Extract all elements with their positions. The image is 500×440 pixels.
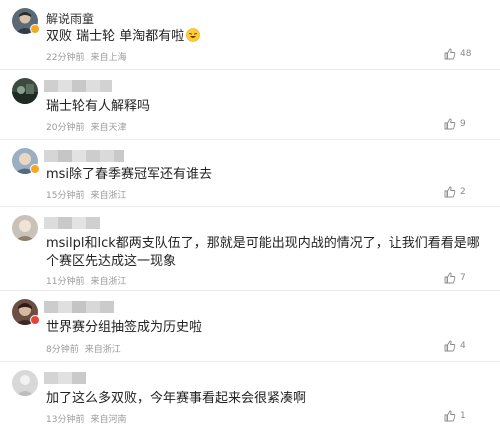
comment-time: 15分钟前 [46,191,85,201]
like-button[interactable]: 2 [444,184,494,200]
comment-meta: 22分钟前 来自上海 [46,50,126,63]
comment-text: msi除了春季赛冠军还有谁去 [46,167,213,182]
username[interactable]: 解说雨童 [46,10,94,27]
like-button[interactable]: 4 [444,338,494,354]
like-button[interactable]: 7 [444,270,494,286]
comment-location: 来自河南 [90,415,127,425]
comment-time: 8分钟前 [46,345,79,355]
like-button[interactable]: 9 [444,116,494,132]
thumbs-up-icon [444,118,456,130]
comment-item: 解说雨童 双败 瑞士轮 单淘都有啦 22分钟前 来自上海 48 [0,0,500,70]
avatar[interactable] [12,215,38,241]
comment-location: 来自浙江 [84,345,121,355]
thumbs-up-icon [444,186,456,198]
like-count: 7 [460,273,466,283]
comment-text: 加了这么多双败，今年赛事看起来会很紧凑啊 [46,391,307,406]
thumbs-up-icon [444,410,456,422]
comment-location: 来自上海 [90,53,127,63]
like-count: 48 [460,49,472,59]
comment-time: 11分钟前 [46,277,85,287]
comment-text: msilpl和lck都两支队伍了，那就是可能出现内战的情况了，让我们看看是哪 个… [46,235,480,271]
thumbs-up-icon [444,48,456,60]
comment-item: msi除了春季赛冠军还有谁去 15分钟前 来自浙江 2 [0,140,500,207]
verified-badge-icon [30,315,40,325]
comment-meta: 15分钟前 来自浙江 [46,188,126,201]
like-count: 9 [460,119,466,129]
comment-meta: 11分钟前 来自浙江 [46,274,126,287]
like-count: 1 [460,411,466,421]
like-button[interactable]: 48 [444,46,494,62]
username-mosaic [44,80,112,92]
comment-location: 来自天津 [90,123,127,133]
comment-item: 瑞士轮有人解释吗 20分钟前 来自天津 9 [0,70,500,140]
thumbs-up-icon [444,272,456,284]
comment-location: 来自浙江 [90,191,127,201]
thumbs-up-icon [444,340,456,352]
comment-time: 13分钟前 [46,415,85,425]
verified-badge-icon [30,164,40,174]
username-mosaic [44,217,100,229]
username-mosaic [44,372,86,384]
comment-meta: 8分钟前 来自浙江 [46,342,121,355]
avatar[interactable] [12,78,38,104]
like-button[interactable]: 1 [444,408,494,424]
comment-text-content: 双败 瑞士轮 单淘都有啦 [46,29,185,44]
comment-item: 加了这么多双败，今年赛事看起来会很紧凑啊 13分钟前 来自河南 1 [0,362,500,440]
like-count: 2 [460,187,466,197]
avatar[interactable] [12,370,38,396]
like-count: 4 [460,341,466,351]
comment-item: msilpl和lck都两支队伍了，那就是可能出现内战的情况了，让我们看看是哪 个… [0,207,500,291]
comment-text: 瑞士轮有人解释吗 [46,99,151,114]
comment-meta: 13分钟前 来自河南 [46,412,126,425]
comment-time: 20分钟前 [46,123,85,133]
comment-time: 22分钟前 [46,53,85,63]
verified-badge-icon [30,24,40,34]
laughing-face-emoji [186,28,201,42]
username-mosaic [44,301,114,313]
comment-text: 世界赛分组抽签成为历史啦 [46,320,203,335]
comment-location: 来自浙江 [90,277,127,287]
comment-text: 双败 瑞士轮 单淘都有啦 [46,28,201,46]
comment-text-line: msilpl和lck都两支队伍了，那就是可能出现内战的情况了，让我们看看是哪 [46,236,480,251]
comment-meta: 20分钟前 来自天津 [46,120,126,133]
username-mosaic [44,150,124,162]
comment-text-line: 个赛区先达成这一现象 [46,254,177,269]
comment-item: 世界赛分组抽签成为历史啦 8分钟前 来自浙江 4 [0,291,500,362]
